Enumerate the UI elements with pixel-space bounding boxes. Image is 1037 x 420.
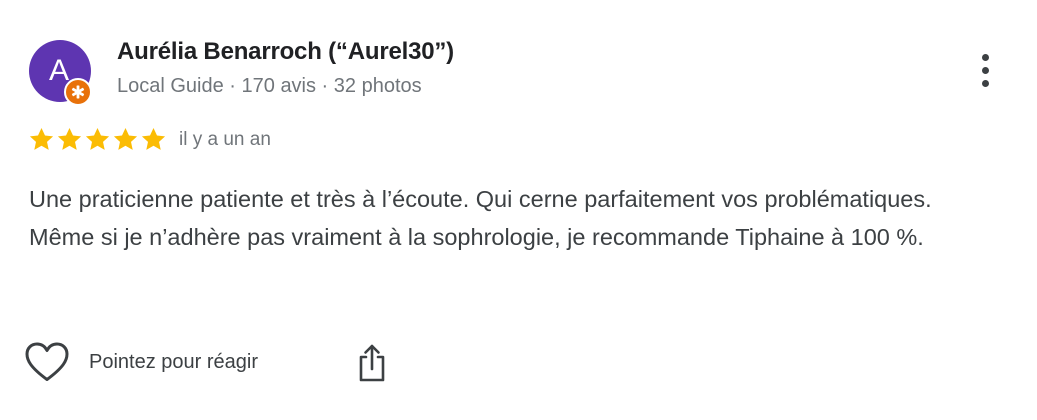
more-vert-icon-dot <box>982 67 989 74</box>
react-label: Pointez pour réagir <box>89 350 258 373</box>
review-time: il y a un an <box>179 129 271 150</box>
share-icon <box>359 344 385 382</box>
reviewer-meta: Local Guide · 170 avis · 32 photos <box>117 75 422 97</box>
star-icon <box>28 126 55 153</box>
share-button[interactable] <box>352 342 392 384</box>
react-button[interactable]: Pointez pour réagir <box>24 340 258 384</box>
star-rating <box>28 126 168 154</box>
more-vert-icon <box>982 54 989 61</box>
local-guide-badge-icon <box>64 78 92 106</box>
review-text: Une praticienne patiente et très à l’éco… <box>29 186 932 250</box>
star-icon <box>84 126 111 153</box>
star-icon <box>140 126 167 153</box>
star-icon <box>112 126 139 153</box>
more-options-button[interactable] <box>970 50 1002 90</box>
heart-outline-icon <box>24 341 70 383</box>
more-vert-icon-dot <box>982 80 989 87</box>
reviewer-name[interactable]: Aurélia Benarroch (“Aurel30”) <box>117 38 454 66</box>
star-icon <box>56 126 83 153</box>
